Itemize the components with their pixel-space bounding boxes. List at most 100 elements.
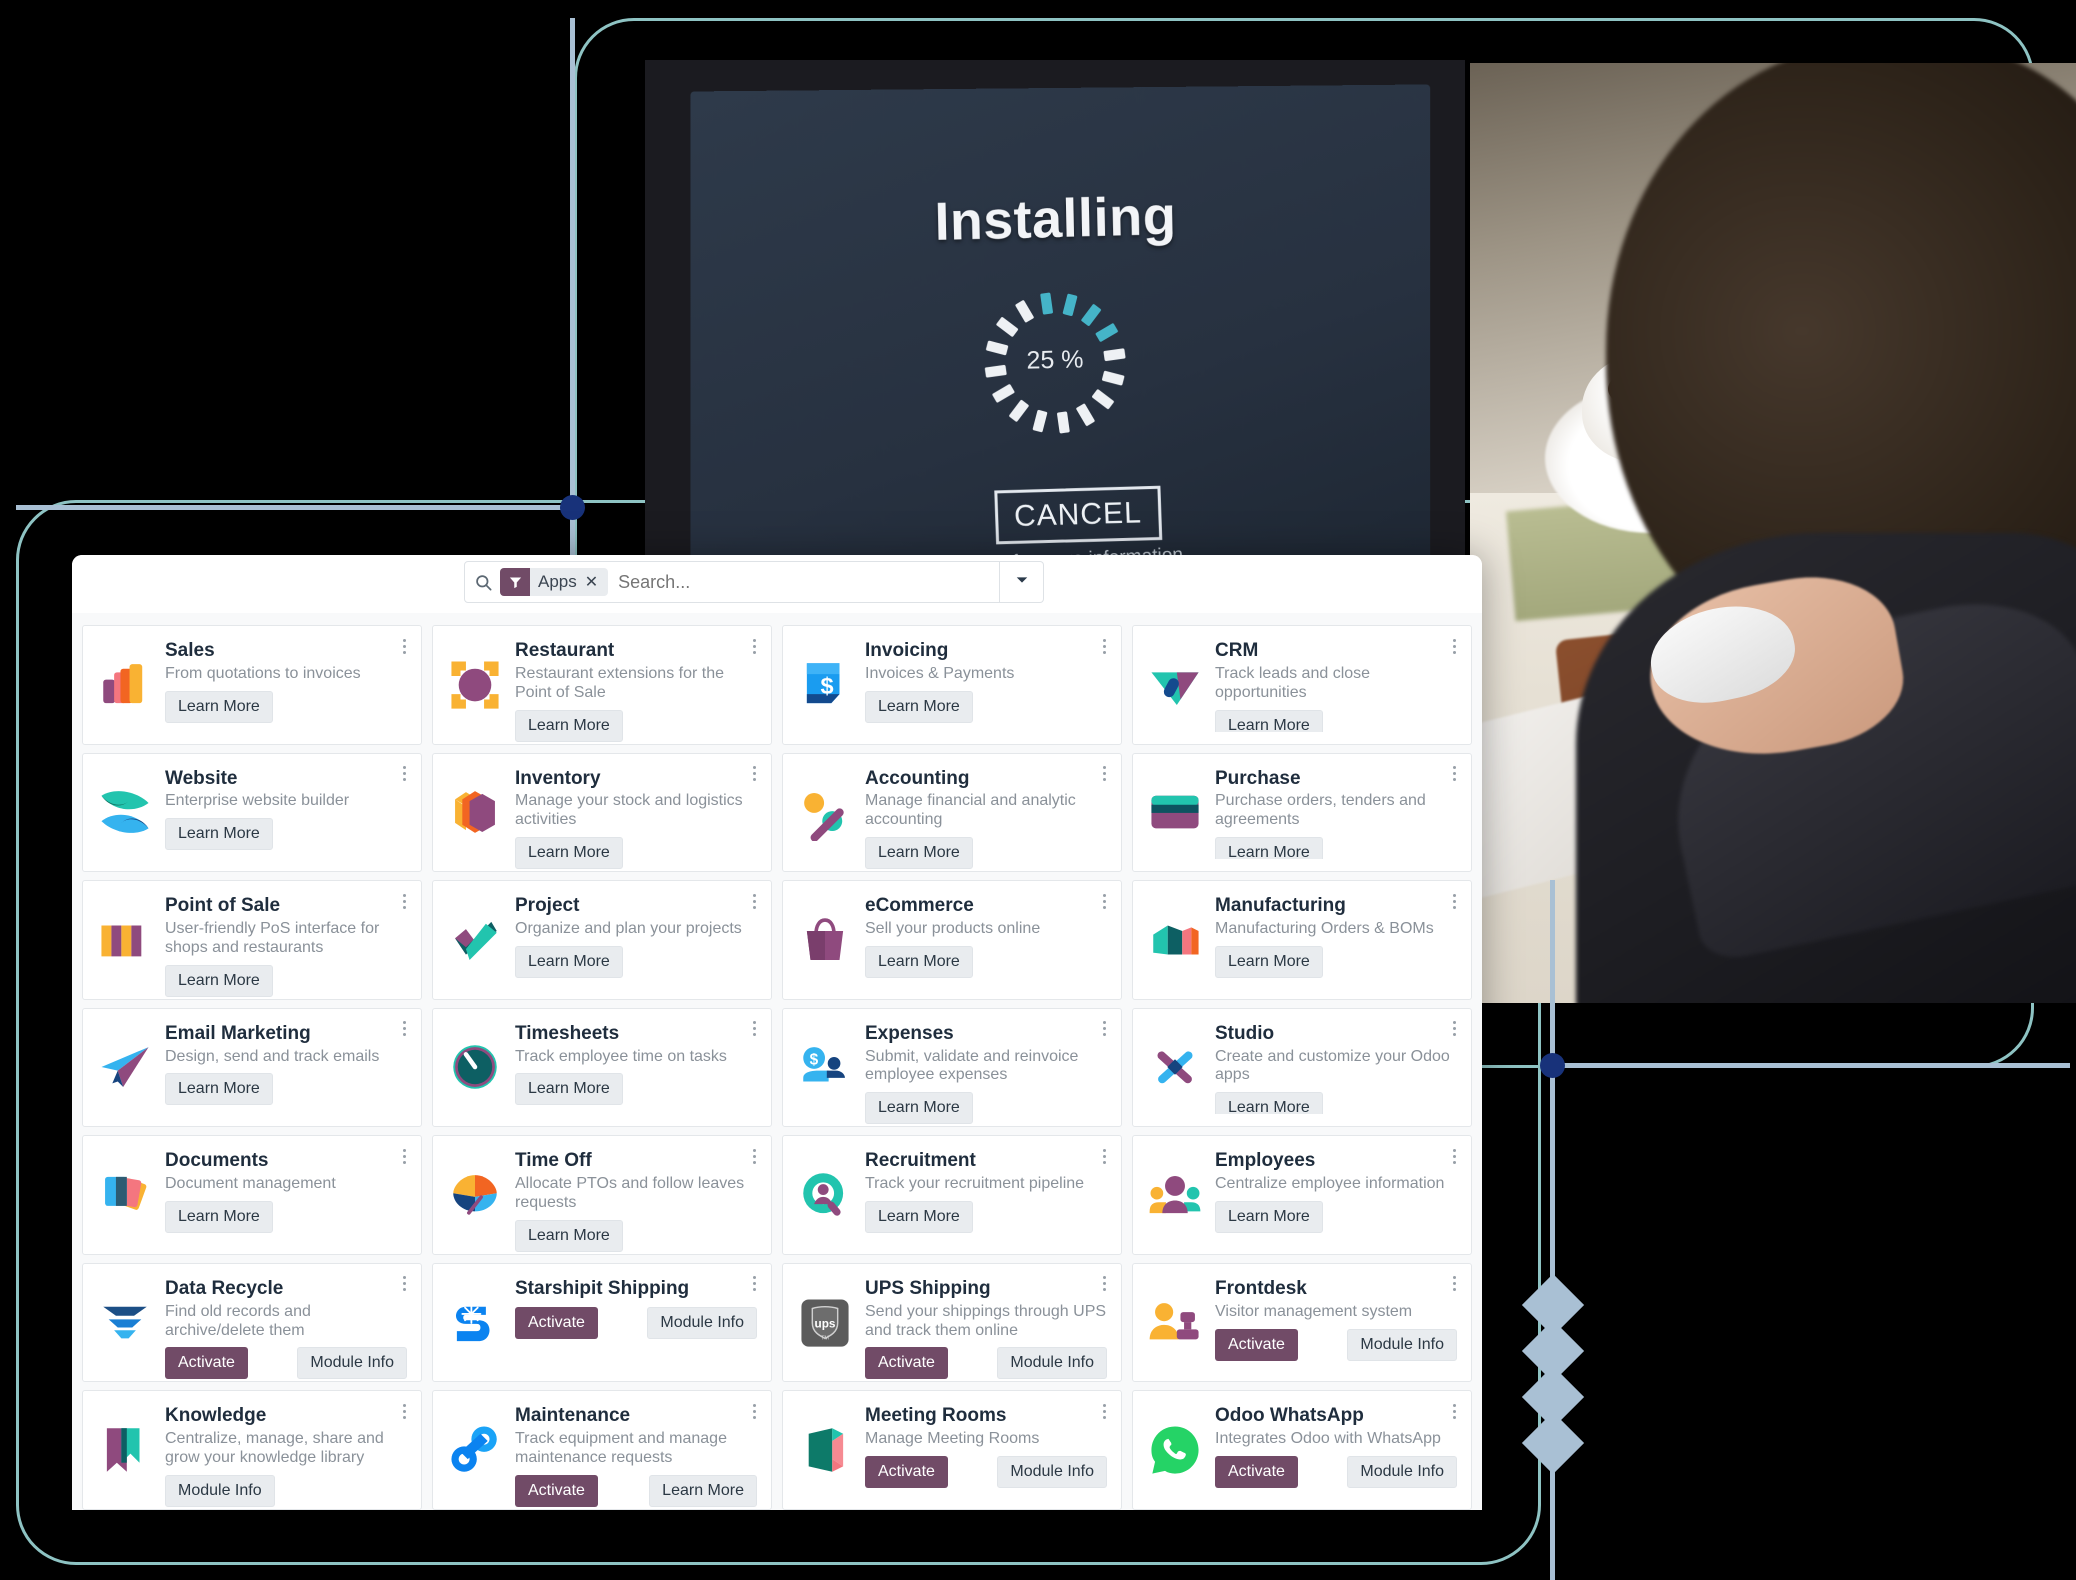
kebab-menu-icon[interactable] [1447, 891, 1461, 911]
kebab-menu-icon[interactable] [1097, 1274, 1111, 1294]
app-card[interactable]: Accounting Manage financial and analytic … [782, 752, 1122, 873]
kebab-menu-icon[interactable] [1097, 1146, 1111, 1166]
activate-button[interactable]: Activate [515, 1475, 598, 1508]
kebab-menu-icon[interactable] [1097, 636, 1111, 656]
app-card[interactable]: Knowledge Centralize, manage, share and g… [82, 1390, 422, 1510]
kebab-menu-icon[interactable] [747, 764, 761, 784]
learn-more-button[interactable]: Learn More [865, 945, 973, 978]
app-card[interactable]: Website Enterprise website builder Learn M… [82, 752, 422, 873]
search-box[interactable]: Apps ✕ [464, 561, 1000, 603]
app-description: Track employee time on tasks [515, 1047, 727, 1065]
kebab-menu-icon[interactable] [397, 1401, 411, 1421]
app-card[interactable]: Recruitment Track your recruitment pipeli… [782, 1135, 1122, 1255]
learn-more-button[interactable]: Learn More [515, 1219, 623, 1252]
kebab-menu-icon[interactable] [1097, 1019, 1111, 1039]
install-cancel-button[interactable]: CANCEL [994, 485, 1162, 545]
learn-more-button[interactable]: Learn More [1215, 1092, 1323, 1115]
app-card[interactable]: Starshipit Shipping Activate Module Info [432, 1262, 772, 1383]
kebab-menu-icon[interactable] [397, 891, 411, 911]
kebab-menu-icon[interactable] [1447, 1019, 1461, 1039]
activate-button[interactable]: Activate [865, 1347, 948, 1380]
module-info-button[interactable]: Module Info [165, 1475, 275, 1508]
app-card[interactable]: Employees Centralize employee information… [1132, 1135, 1472, 1255]
module-info-button[interactable]: Module Info [647, 1306, 757, 1339]
kebab-menu-icon[interactable] [397, 1019, 411, 1039]
app-card[interactable]: Data Recycle Find old records and archive… [82, 1262, 422, 1383]
learn-more-button[interactable]: Learn More [865, 1200, 973, 1233]
learn-more-button[interactable]: Learn More [165, 818, 273, 851]
activate-button[interactable]: Activate [1215, 1328, 1298, 1361]
app-card[interactable]: $ Invoicing Invoices & Payments Learn More [782, 625, 1122, 745]
app-card-actions: Learn More [165, 1073, 407, 1106]
app-card[interactable]: Point of Sale User-friendly PoS interface… [82, 880, 422, 1000]
module-info-button[interactable]: Module Info [997, 1456, 1107, 1489]
activate-button[interactable]: Activate [165, 1347, 248, 1380]
learn-more-button[interactable]: Learn More [1215, 1200, 1323, 1233]
module-info-button[interactable]: Module Info [1347, 1456, 1457, 1489]
app-card-actions: Learn More [515, 945, 757, 978]
app-card[interactable]: Studio Create and customize your Odoo app… [1132, 1007, 1472, 1128]
kebab-menu-icon[interactable] [397, 764, 411, 784]
learn-more-button[interactable]: Learn More [865, 1092, 973, 1125]
kebab-menu-icon[interactable] [747, 1401, 761, 1421]
app-card[interactable]: Maintenance Track equipment and manage ma… [432, 1390, 772, 1510]
learn-more-button[interactable]: Learn More [1215, 837, 1323, 860]
module-info-button[interactable]: Module Info [997, 1347, 1107, 1380]
search-input[interactable] [615, 571, 991, 593]
app-card[interactable]: Email Marketing Design, send and track em… [82, 1007, 422, 1128]
kebab-menu-icon[interactable] [1447, 1146, 1461, 1166]
app-card[interactable]: ups TM UPS Shipping Send your shippings thr… [782, 1262, 1122, 1383]
kebab-menu-icon[interactable] [747, 1146, 761, 1166]
kebab-menu-icon[interactable] [1447, 636, 1461, 656]
activate-button[interactable]: Activate [515, 1306, 598, 1339]
kebab-menu-icon[interactable] [397, 1146, 411, 1166]
app-card[interactable]: Documents Document management Learn More [82, 1135, 422, 1255]
app-card[interactable]: Time Off Allocate PTOs and follow leaves … [432, 1135, 772, 1255]
kebab-menu-icon[interactable] [397, 636, 411, 656]
kebab-menu-icon[interactable] [1447, 1401, 1461, 1421]
app-card[interactable]: Sales From quotations to invoices Learn Mo… [82, 625, 422, 745]
app-card[interactable]: Odoo WhatsApp Integrates Odoo with WhatsA… [1132, 1390, 1472, 1510]
app-card[interactable]: $ Expenses Submit, validate and reinvoice … [782, 1007, 1122, 1128]
learn-more-button[interactable]: Learn More [515, 709, 623, 742]
learn-more-button[interactable]: Learn More [165, 964, 273, 997]
close-icon[interactable]: ✕ [585, 572, 608, 592]
app-card[interactable]: Project Organize and plan your projects Le… [432, 880, 772, 1000]
app-card[interactable]: Manufacturing Manufacturing Orders & BOMs… [1132, 880, 1472, 1000]
learn-more-button[interactable]: Learn More [515, 1073, 623, 1106]
learn-more-button[interactable]: Learn More [1215, 709, 1323, 732]
app-card[interactable]: Purchase Purchase orders, tenders and agr… [1132, 752, 1472, 873]
app-card[interactable]: Inventory Manage your stock and logistics… [432, 752, 772, 873]
search-facet-apps[interactable]: Apps ✕ [500, 568, 609, 596]
activate-button[interactable]: Activate [865, 1456, 948, 1489]
learn-more-button[interactable]: Learn More [165, 1073, 273, 1106]
app-card[interactable]: eCommerce Sell your products online Learn … [782, 880, 1122, 1000]
activate-button[interactable]: Activate [1215, 1456, 1298, 1489]
module-info-button[interactable]: Module Info [1347, 1328, 1457, 1361]
app-card[interactable]: CRM Track leads and close opportunities Le… [1132, 625, 1472, 745]
learn-more-button[interactable]: Learn More [165, 1200, 273, 1233]
search-dropdown-toggle[interactable] [1000, 561, 1044, 603]
kebab-menu-icon[interactable] [747, 891, 761, 911]
kebab-menu-icon[interactable] [747, 1274, 761, 1294]
learn-more-button[interactable]: Learn More [515, 945, 623, 978]
kebab-menu-icon[interactable] [1097, 1401, 1111, 1421]
app-card[interactable]: Frontdesk Visitor management system Activa… [1132, 1262, 1472, 1383]
module-info-button[interactable]: Module Info [297, 1347, 407, 1380]
learn-more-button[interactable]: Learn More [165, 690, 273, 723]
app-card[interactable]: Restaurant Restaurant extensions for the … [432, 625, 772, 745]
learn-more-button[interactable]: Learn More [649, 1475, 757, 1508]
kebab-menu-icon[interactable] [747, 1019, 761, 1039]
kebab-menu-icon[interactable] [747, 636, 761, 656]
learn-more-button[interactable]: Learn More [865, 837, 973, 870]
kebab-menu-icon[interactable] [1447, 764, 1461, 784]
learn-more-button[interactable]: Learn More [1215, 945, 1323, 978]
kebab-menu-icon[interactable] [1097, 764, 1111, 784]
learn-more-button[interactable]: Learn More [865, 690, 973, 723]
app-card[interactable]: Timesheets Track employee time on tasks Le… [432, 1007, 772, 1128]
app-card[interactable]: Meeting Rooms Manage Meeting Rooms Activat… [782, 1390, 1122, 1510]
kebab-menu-icon[interactable] [1097, 891, 1111, 911]
learn-more-button[interactable]: Learn More [515, 837, 623, 870]
kebab-menu-icon[interactable] [1447, 1274, 1461, 1294]
kebab-menu-icon[interactable] [397, 1274, 411, 1294]
